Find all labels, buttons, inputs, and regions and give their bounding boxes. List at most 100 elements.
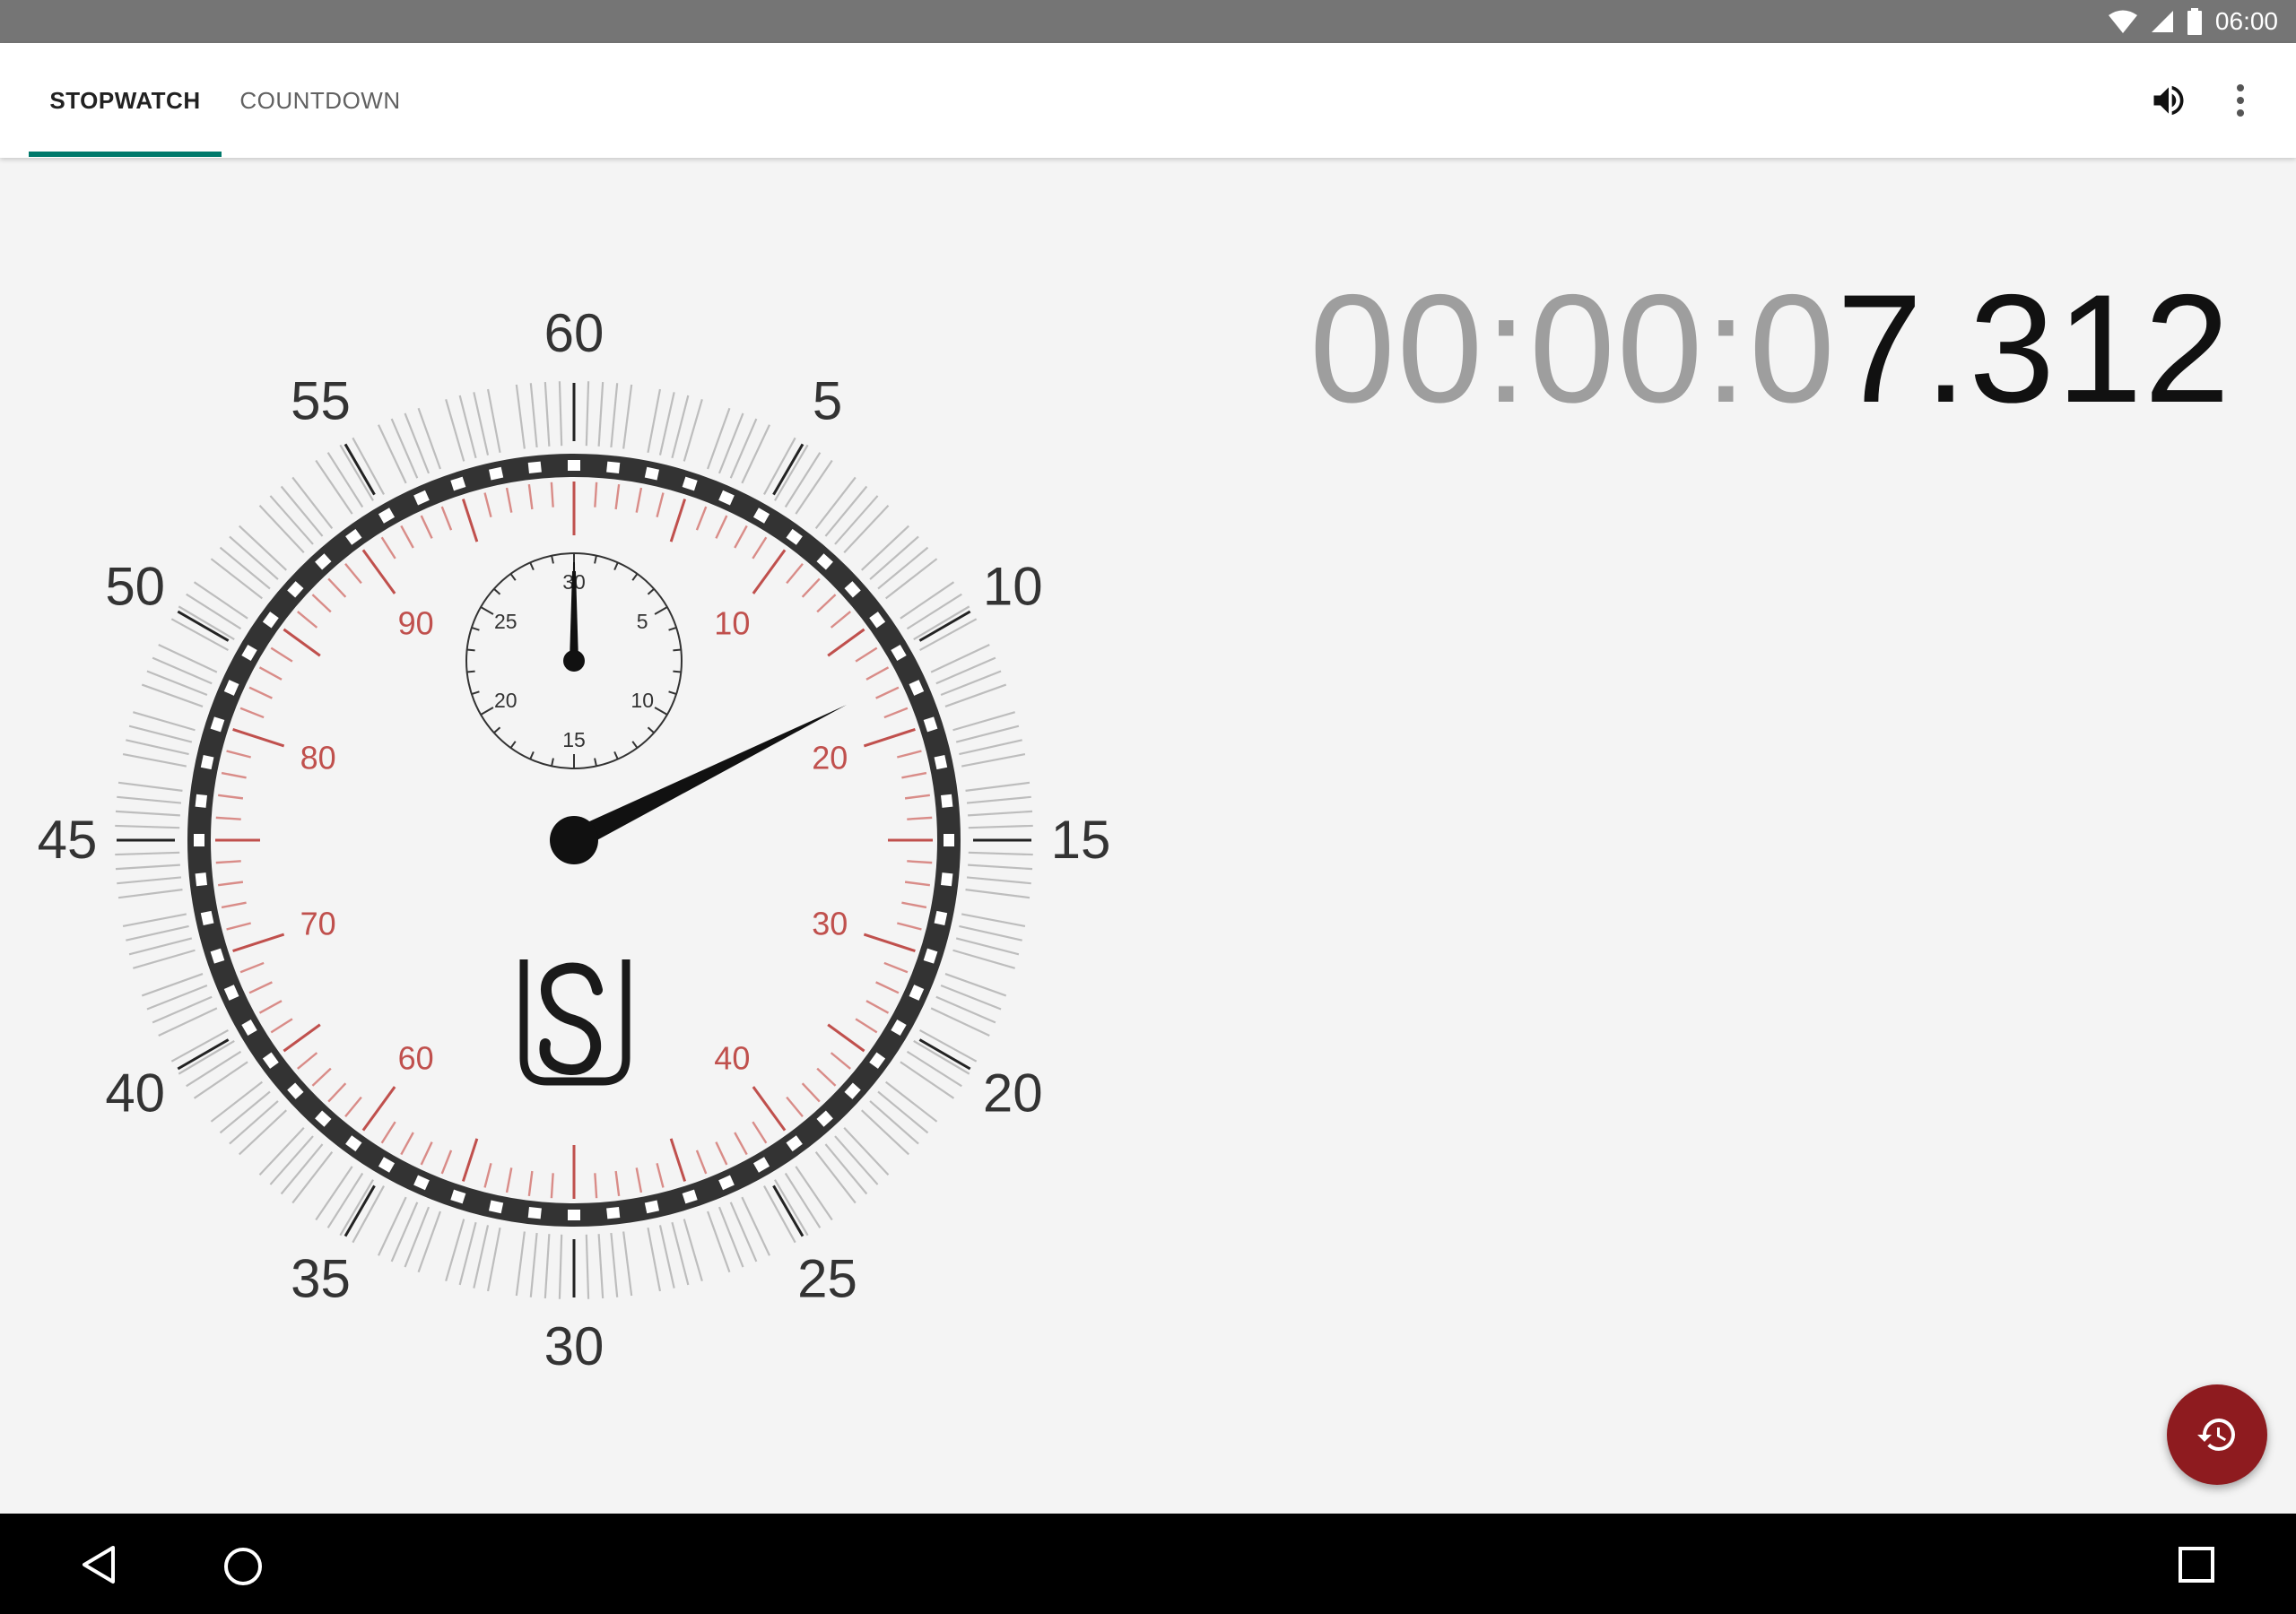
ring-mark <box>450 476 466 491</box>
ring-mark <box>200 910 214 926</box>
sub-dial-tick <box>668 690 677 696</box>
inner-tick <box>344 563 362 585</box>
ring-mark <box>869 612 886 629</box>
outer-minor-tick <box>486 388 501 453</box>
outer-minor-tick <box>955 937 1020 956</box>
recents-icon[interactable] <box>2178 1546 2215 1584</box>
outer-minor-tick <box>417 1210 441 1273</box>
inner-tick <box>897 750 922 759</box>
outer-label: 45 <box>38 810 98 870</box>
inner-tick <box>863 933 916 953</box>
ring-mark <box>718 1175 735 1191</box>
outer-minor-tick <box>843 505 890 554</box>
inner-tick <box>827 1023 865 1053</box>
volume-button[interactable] <box>2140 72 2197 129</box>
outer-minor-tick <box>718 412 744 474</box>
ring-mark <box>223 680 239 696</box>
inner-tick <box>669 499 687 542</box>
inner-tick <box>380 1121 396 1144</box>
ring-mark <box>241 644 257 662</box>
outer-minor-tick <box>935 656 996 685</box>
ring-mark <box>909 985 925 1001</box>
back-icon[interactable] <box>79 1544 118 1585</box>
outer-minor-tick <box>404 412 430 474</box>
ring-mark <box>891 644 907 662</box>
outer-minor-tick <box>280 1143 324 1195</box>
outer-minor-tick <box>647 1228 662 1292</box>
outer-minor-tick <box>966 876 1031 885</box>
inner-tick <box>270 1018 293 1034</box>
outer-minor-tick <box>952 711 1015 732</box>
outer-minor-tick <box>741 1196 770 1256</box>
inner-label: 30 <box>812 906 848 942</box>
more-options-button[interactable] <box>2212 72 2269 129</box>
outer-minor-tick <box>117 795 182 804</box>
history-fab[interactable] <box>2167 1384 2267 1485</box>
outer-minor-tick <box>952 949 1015 969</box>
sub-dial-label: 10 <box>631 689 654 712</box>
more-vert-icon <box>2237 84 2244 117</box>
inner-tick <box>594 1173 598 1199</box>
inner-tick <box>752 549 787 594</box>
ring-mark <box>682 1189 698 1204</box>
outer-minor-tick <box>122 752 187 768</box>
ring-mark <box>869 1052 886 1069</box>
inner-tick <box>226 750 251 759</box>
outer-minor-tick <box>558 1234 563 1299</box>
status-time: 06:00 <box>2214 7 2278 35</box>
sub-dial-tick <box>480 606 494 615</box>
inner-tick <box>830 1052 851 1070</box>
outer-minor-tick <box>913 1040 970 1075</box>
outer-minor-tick <box>944 973 1007 997</box>
inner-tick <box>483 492 492 517</box>
ring-mark <box>262 612 279 629</box>
tab-countdown[interactable]: COUNTDOWN <box>222 43 419 158</box>
inner-tick <box>258 666 283 681</box>
inner-label: 70 <box>300 906 336 942</box>
inner-label: 80 <box>300 739 336 776</box>
ring-mark <box>718 490 735 506</box>
ring-mark <box>923 716 938 733</box>
ring-mark <box>378 508 396 524</box>
inner-tick <box>594 482 598 508</box>
inner-tick <box>669 1138 687 1182</box>
inner-tick <box>258 1000 283 1014</box>
inner-tick <box>248 686 273 699</box>
elapsed-time-display: 00:00:07.312 <box>1309 260 2231 438</box>
outer-minor-tick <box>729 1202 758 1263</box>
outer-minor-tick <box>486 1228 501 1292</box>
outer-minor-tick <box>900 581 955 620</box>
ring-mark <box>682 476 698 491</box>
outer-minor-tick <box>544 1234 551 1299</box>
outer-minor-tick <box>965 781 1031 792</box>
inner-tick <box>483 1163 492 1188</box>
outer-minor-tick <box>729 418 758 479</box>
outer-minor-tick <box>417 407 441 470</box>
inner-tick <box>865 666 890 681</box>
outer-minor-tick <box>683 399 703 462</box>
outer-minor-tick <box>965 889 1031 899</box>
inner-tick <box>527 1170 534 1196</box>
home-icon[interactable] <box>222 1546 264 1587</box>
outer-minor-tick <box>940 984 1002 1011</box>
elapsed-time-strong: 7.312 <box>1836 263 2232 435</box>
outer-minor-tick <box>186 593 242 630</box>
ring-mark <box>195 794 207 808</box>
outer-minor-tick <box>597 1234 604 1299</box>
outer-minor-tick <box>193 1061 248 1099</box>
outer-label: 55 <box>291 371 351 431</box>
inner-tick <box>695 1150 708 1175</box>
ring-mark <box>934 754 948 770</box>
inner-tick <box>635 1167 643 1193</box>
inner-tick <box>361 1086 396 1132</box>
outer-minor-tick <box>869 535 919 580</box>
outer-label: 25 <box>797 1248 857 1308</box>
outer-minor-tick <box>239 1109 288 1156</box>
outer-minor-tick <box>291 1150 334 1204</box>
ring-mark <box>752 1157 770 1173</box>
outer-minor-tick <box>906 593 962 630</box>
tab-stopwatch[interactable]: STOPWATCH <box>29 43 222 158</box>
outer-label: 30 <box>544 1316 604 1376</box>
outer-minor-tick <box>529 383 538 448</box>
outer-minor-tick <box>610 383 619 448</box>
